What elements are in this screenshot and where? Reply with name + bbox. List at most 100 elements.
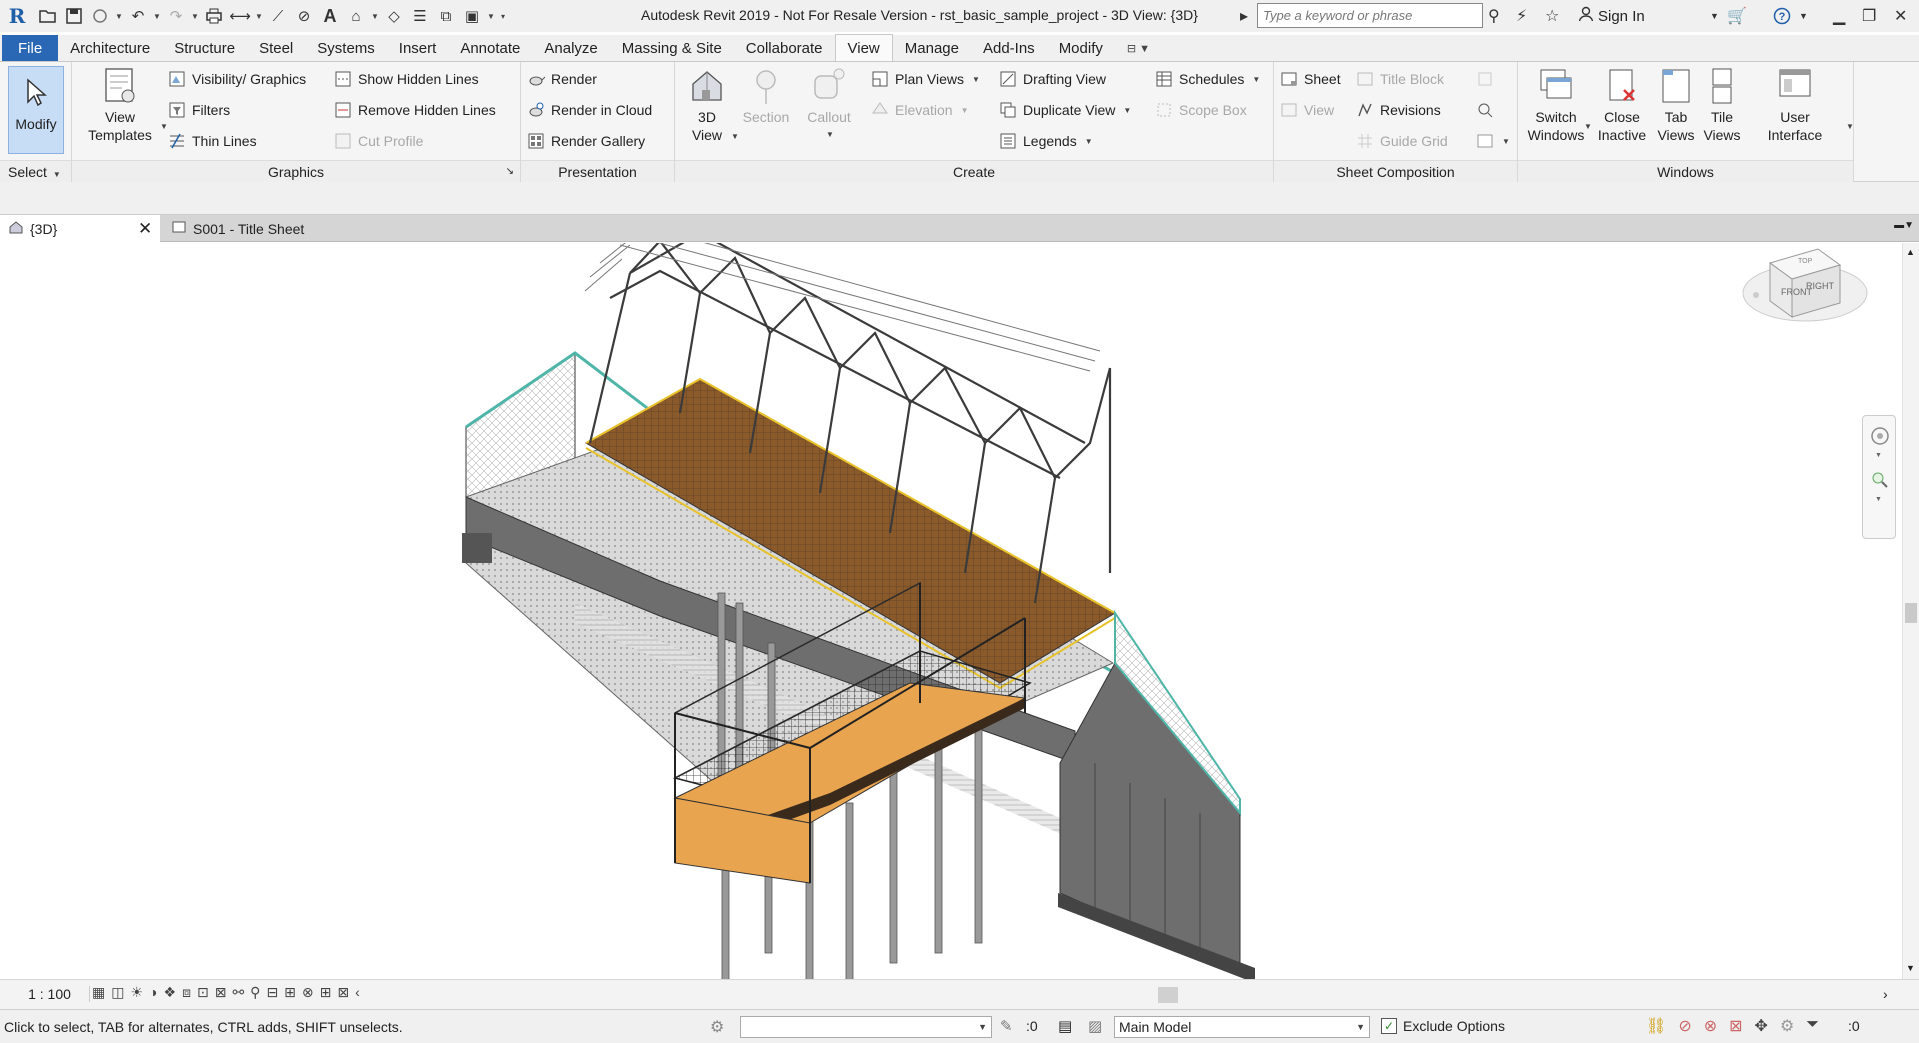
- minimize-icon[interactable]: ▁: [1833, 0, 1845, 32]
- cut-profile-button[interactable]: Cut Profile: [334, 130, 423, 152]
- filters-button[interactable]: Filters: [168, 99, 230, 121]
- tab-views-button[interactable]: Tab Views: [1654, 66, 1698, 144]
- background-processes-icon[interactable]: ⚙: [1780, 1016, 1794, 1036]
- customize-qat-icon[interactable]: ▾: [498, 4, 508, 28]
- select-by-face-icon[interactable]: ⊠: [1729, 1016, 1742, 1036]
- maximize-icon[interactable]: ❐: [1862, 0, 1876, 32]
- tab-architecture[interactable]: Architecture: [58, 35, 162, 61]
- editing-requests-icon[interactable]: ✎: [1000, 1017, 1013, 1035]
- tile-views-button[interactable]: Tile Views: [1700, 66, 1744, 144]
- 3d-view-button[interactable]: 3D View: [685, 66, 729, 144]
- legends-button[interactable]: Legends ▼: [999, 130, 1093, 152]
- undo-icon[interactable]: ↶: [126, 4, 150, 28]
- workset-dropdown[interactable]: ▼: [740, 1016, 992, 1038]
- duplicate-view-button[interactable]: Duplicate View ▼: [999, 99, 1131, 121]
- detail-level-icon[interactable]: ▦: [92, 984, 105, 1001]
- view-tab-3d[interactable]: {3D} ✕: [0, 215, 160, 242]
- render-in-cloud-button[interactable]: Render in Cloud: [527, 99, 652, 121]
- steering-wheel-icon[interactable]: [1870, 426, 1890, 449]
- matchline-icon[interactable]: [1476, 68, 1494, 90]
- view-tabs-menu-icon[interactable]: ▬▼: [1894, 220, 1914, 231]
- tab-steel[interactable]: Steel: [247, 35, 305, 61]
- zoom-region-icon[interactable]: [1870, 470, 1890, 493]
- tab-view[interactable]: View: [834, 34, 893, 61]
- chevron-down-icon[interactable]: ▼: [731, 132, 739, 141]
- unlocked-3d-view-icon[interactable]: ⊠: [215, 984, 227, 1001]
- chevron-down-icon[interactable]: ▼: [1799, 0, 1808, 32]
- visual-style-icon[interactable]: ◫: [111, 984, 124, 1001]
- tab-analyze[interactable]: Analyze: [532, 35, 609, 61]
- thin-lines-button[interactable]: Thin Lines: [168, 130, 257, 152]
- section-icon[interactable]: ◇: [382, 4, 406, 28]
- chevron-down-icon[interactable]: ▼: [114, 4, 124, 28]
- guide-grid-button[interactable]: Guide Grid: [1356, 130, 1448, 152]
- select-panel-title[interactable]: Select ▼: [0, 160, 71, 182]
- close-icon[interactable]: ✕: [1894, 0, 1907, 32]
- filter-icon[interactable]: ⏷: [1806, 1016, 1819, 1036]
- default-3d-view-icon[interactable]: ⌂: [344, 4, 368, 28]
- shadows-icon[interactable]: ◑: [149, 984, 157, 1001]
- chevron-down-icon[interactable]: ▼: [1875, 496, 1882, 503]
- tab-insert[interactable]: Insert: [387, 35, 449, 61]
- view-tab-title-sheet[interactable]: S001 - Title Sheet: [163, 215, 304, 242]
- subscription-icon[interactable]: ⚡: [1516, 0, 1527, 32]
- viewcube[interactable]: FRONT RIGHT TOP: [1740, 243, 1870, 343]
- temporary-view-properties-icon[interactable]: ⊟: [266, 984, 278, 1001]
- switch-windows-icon[interactable]: ▣: [460, 4, 484, 28]
- tab-modify[interactable]: Modify: [1047, 35, 1115, 61]
- design-option-dropdown[interactable]: Main Model ▼: [1114, 1016, 1370, 1038]
- chevron-down-icon[interactable]: ▼: [1875, 452, 1882, 459]
- tab-manage[interactable]: Manage: [893, 35, 971, 61]
- select-pinned-icon[interactable]: ⊗: [1704, 1016, 1717, 1036]
- elevation-button[interactable]: Elevation ▼: [871, 99, 969, 121]
- section-button[interactable]: Section: [739, 66, 793, 126]
- worksharing-display-icon[interactable]: ⊞: [284, 984, 296, 1001]
- thin-lines-icon[interactable]: ☰: [408, 4, 432, 28]
- tab-structure[interactable]: Structure: [162, 35, 247, 61]
- 3d-model-viewport[interactable]: [0, 243, 1902, 979]
- modify-button[interactable]: Modify: [8, 66, 64, 154]
- show-hidden-lines-button[interactable]: Show Hidden Lines: [334, 68, 479, 90]
- view-scale[interactable]: 1 : 100: [10, 986, 90, 1002]
- exclude-options-checkbox[interactable]: ✓ Exclude Options: [1381, 1018, 1505, 1034]
- visibility-graphics-button[interactable]: Visibility/ Graphics: [168, 68, 306, 90]
- sync-icon[interactable]: [88, 4, 112, 28]
- crop-view-icon[interactable]: ⧈: [182, 984, 191, 1001]
- chevron-down-icon[interactable]: ▼: [160, 122, 168, 131]
- chevron-down-icon[interactable]: ▼: [1846, 122, 1854, 131]
- chevron-down-icon[interactable]: ▼: [486, 4, 496, 28]
- select-links-icon[interactable]: ⛓: [1646, 1016, 1666, 1036]
- home-icon[interactable]: [1753, 292, 1759, 298]
- help-icon[interactable]: ?: [1773, 0, 1791, 32]
- dialog-launcher-icon[interactable]: ↘: [506, 161, 514, 183]
- close-hidden-windows-icon[interactable]: ⧉: [434, 4, 458, 28]
- tag-icon[interactable]: ⊘: [292, 4, 316, 28]
- ribbon-minimize-icon[interactable]: ⊟ ▼: [1115, 35, 1162, 61]
- horizontal-scroll-thumb[interactable]: [1158, 987, 1178, 1003]
- temporary-hide-icon[interactable]: ⚯: [232, 984, 244, 1001]
- aligned-dimension-icon[interactable]: ⟋: [266, 4, 290, 28]
- chevron-down-icon[interactable]: ▼: [1584, 122, 1592, 131]
- redo-icon[interactable]: ↷: [164, 4, 188, 28]
- title-block-button[interactable]: Title Block: [1356, 68, 1444, 90]
- remove-hidden-lines-button[interactable]: Remove Hidden Lines: [334, 99, 496, 121]
- revisions-button[interactable]: Revisions: [1356, 99, 1441, 121]
- highlight-displacement-icon[interactable]: ⊞: [320, 984, 332, 1001]
- drag-elements-icon[interactable]: ✥: [1755, 1016, 1768, 1036]
- vertical-scrollbar[interactable]: ▲ ▼: [1902, 243, 1919, 979]
- text-icon[interactable]: A: [318, 4, 342, 28]
- close-icon[interactable]: ✕: [138, 219, 152, 239]
- viewports-icon[interactable]: ▼: [1476, 130, 1510, 152]
- place-view-button[interactable]: View: [1280, 99, 1334, 121]
- binoculars-icon[interactable]: ⚲: [1488, 0, 1500, 32]
- favorites-star-icon[interactable]: ☆: [1545, 0, 1559, 32]
- chevron-down-icon[interactable]: ▼: [190, 4, 200, 28]
- view-templates-button[interactable]: View Templates: [82, 66, 158, 144]
- chevron-down-icon[interactable]: ▼: [370, 4, 380, 28]
- save-icon[interactable]: [62, 4, 86, 28]
- schedules-button[interactable]: Schedules ▼: [1155, 68, 1260, 90]
- scope-box-button[interactable]: Scope Box: [1155, 99, 1247, 121]
- drawing-area[interactable]: FRONT RIGHT TOP ▼ ▼: [0, 243, 1902, 979]
- design-options-icon[interactable]: ▤: [1058, 1017, 1072, 1035]
- drafting-view-button[interactable]: Drafting View: [999, 68, 1106, 90]
